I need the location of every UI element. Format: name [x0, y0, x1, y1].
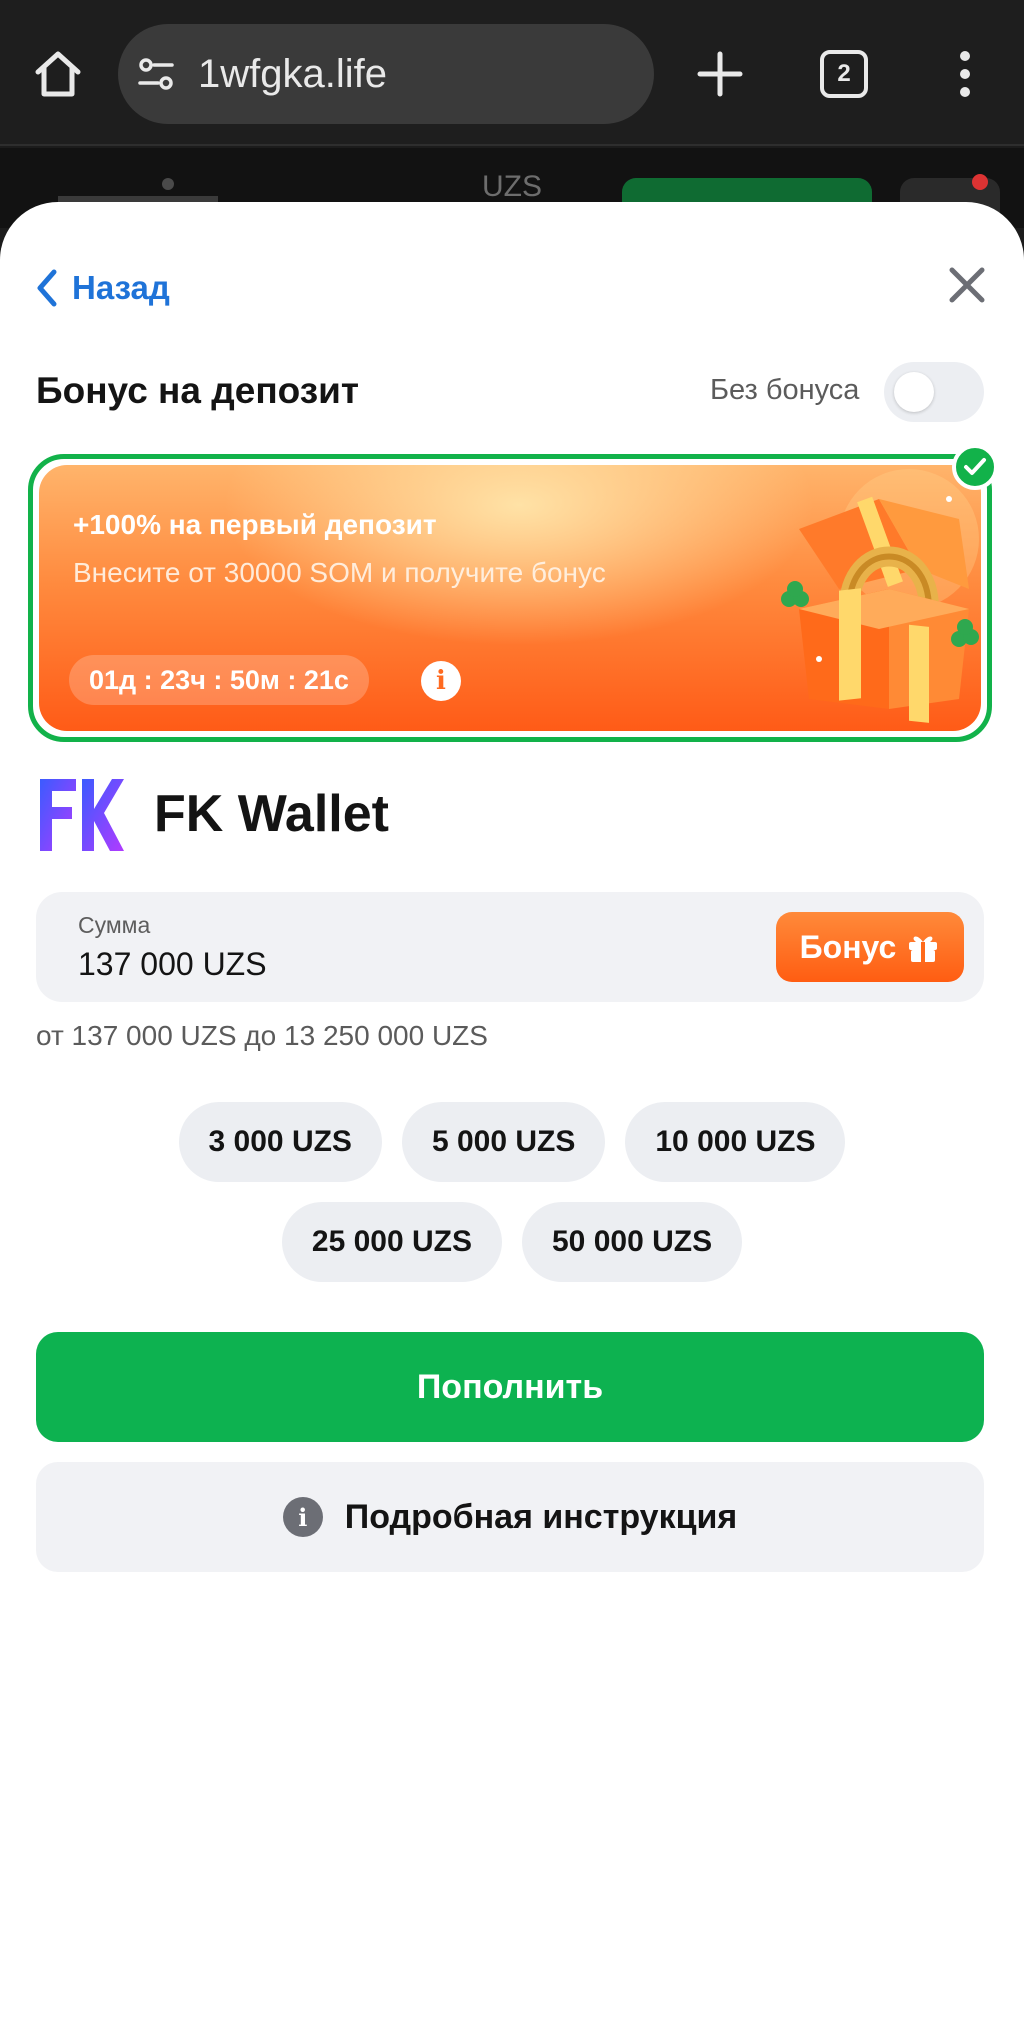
back-label: Назад	[72, 269, 170, 306]
toggle-knob	[894, 372, 934, 412]
quick-amounts-row: 25 000 UZS 50 000 UZS	[0, 1202, 1024, 1282]
new-tab-icon[interactable]	[690, 46, 750, 102]
deposit-submit-label: Пополнить	[416, 1367, 604, 1406]
tab-count: 2	[837, 60, 851, 87]
timer-text: 01д : 23ч : 50м : 21с	[89, 664, 349, 695]
selected-check-icon	[952, 444, 998, 490]
quick-amount-chip[interactable]: 3 000 UZS	[178, 1102, 382, 1182]
home-icon[interactable]	[30, 46, 86, 102]
bonus-offer-banner: +100% на первый депозит Внесите от 30000…	[39, 465, 981, 731]
site-settings-icon[interactable]	[136, 54, 176, 94]
url-text[interactable]: 1wfgka.life	[198, 46, 387, 102]
amount-range-hint: от 137 000 UZS до 13 250 000 UZS	[36, 1020, 488, 1051]
instruction-button[interactable]: i Подробная инструкция	[36, 1462, 984, 1572]
bonus-chip-label: Бонус	[799, 928, 897, 965]
instruction-label: Подробная инструкция	[344, 1497, 738, 1536]
overflow-menu-icon[interactable]	[948, 46, 982, 102]
close-icon[interactable]	[946, 264, 988, 306]
browser-toolbar: 1wfgka.life 2	[0, 0, 1024, 146]
no-bonus-label: Без бонуса	[710, 374, 860, 406]
amount-field[interactable]: Сумма Бонус	[36, 892, 984, 1002]
currency-selector: UZS	[482, 170, 542, 203]
fk-wallet-logo-icon	[36, 773, 124, 855]
bonus-countdown-timer: 01д : 23ч : 50м : 21с	[69, 655, 369, 705]
bonus-chip-button[interactable]: Бонус	[776, 912, 964, 982]
quick-amount-chip[interactable]: 5 000 UZS	[401, 1102, 606, 1182]
no-bonus-toggle[interactable]	[884, 362, 984, 422]
bonus-offer-subtitle: Внесите от 30000 SOM и получите бонус	[73, 557, 606, 588]
back-button[interactable]: Назад	[36, 264, 170, 312]
address-bar[interactable]: 1wfgka.life	[118, 24, 654, 124]
quick-amount-chip[interactable]: 25 000 UZS	[281, 1202, 502, 1282]
bonus-offer-title: +100% на первый депозит	[73, 509, 437, 540]
quick-amount-chip[interactable]: 50 000 UZS	[522, 1202, 743, 1282]
tab-switcher-button[interactable]: 2	[820, 50, 868, 98]
amount-input[interactable]	[78, 946, 678, 983]
quick-amount-chip[interactable]: 10 000 UZS	[625, 1102, 846, 1182]
quick-amounts-row: 3 000 UZS 5 000 UZS 10 000 UZS	[0, 1102, 1024, 1182]
bonus-offer-card[interactable]: +100% на первый депозит Внесите от 30000…	[28, 454, 992, 742]
bonus-section-title: Бонус на депозит	[36, 370, 360, 411]
quick-amounts: 3 000 UZS 5 000 UZS 10 000 UZS 25 000 UZ…	[0, 1102, 1024, 1302]
deposit-submit-button[interactable]: Пополнить	[36, 1332, 984, 1442]
chevron-left-icon	[37, 269, 57, 307]
deposit-sheet: Назад Бонус на депозит Без бонуса +100% …	[0, 202, 1024, 2022]
payment-method-header: FK Wallet	[36, 772, 389, 856]
notification-dot	[972, 174, 988, 190]
payment-method-name: FK Wallet	[154, 785, 389, 843]
info-icon: i	[282, 1497, 323, 1537]
gift-icon	[909, 936, 938, 962]
amount-label: Сумма	[78, 912, 151, 938]
info-icon[interactable]: i	[421, 661, 461, 701]
gift-box-illustration	[759, 465, 981, 729]
